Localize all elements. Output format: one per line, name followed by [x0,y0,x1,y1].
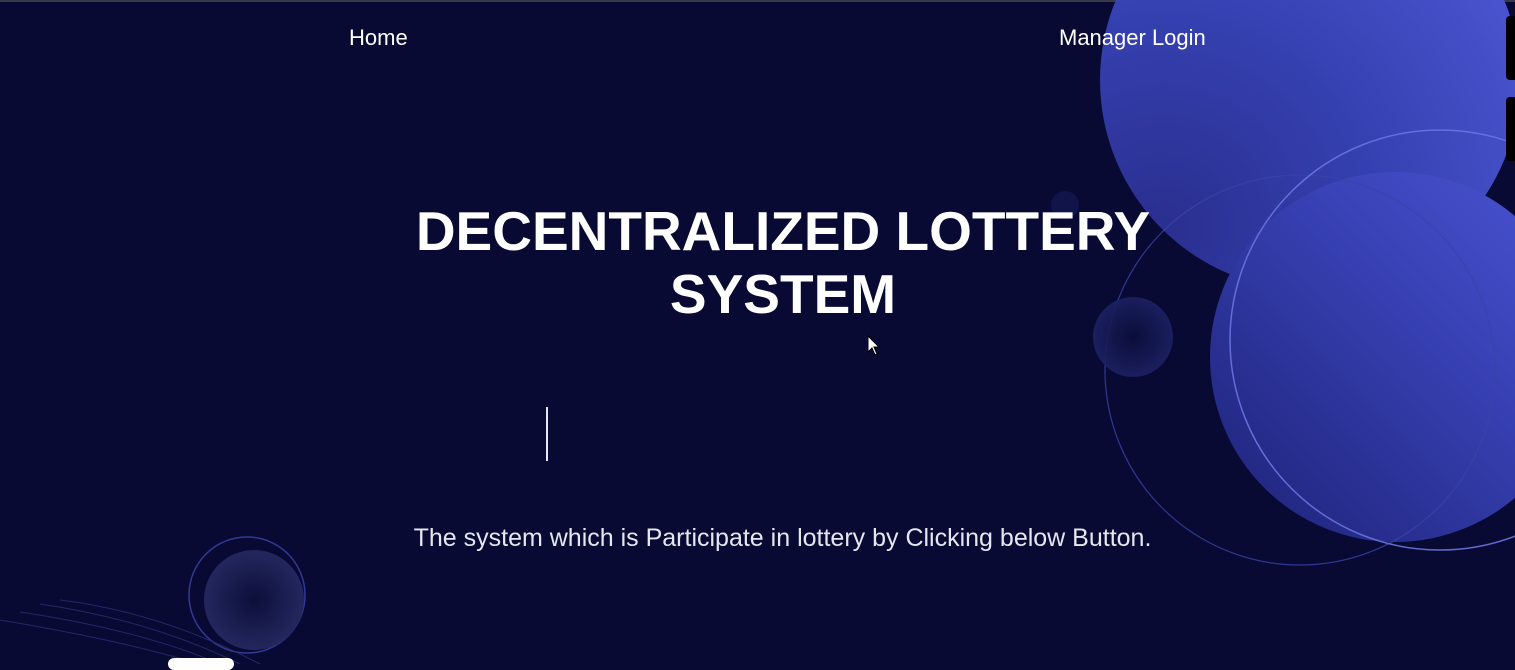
scrollbar-edge-tab-lower[interactable] [1506,97,1515,161]
page-title: DECENTRALIZED LOTTERY SYSTEM [415,200,1151,325]
nav-home-link[interactable]: Home [349,25,408,51]
background-decoration [0,0,1515,664]
text-cursor [546,407,548,461]
hero-description: The system which is Participate in lotte… [413,524,1152,552]
mouse-pointer-icon [867,335,881,356]
participate-button[interactable] [168,658,234,670]
decor-left-sphere [204,550,304,650]
scrollbar-edge-tab[interactable] [1506,16,1515,80]
nav-manager-login-link[interactable]: Manager Login [1059,25,1206,51]
